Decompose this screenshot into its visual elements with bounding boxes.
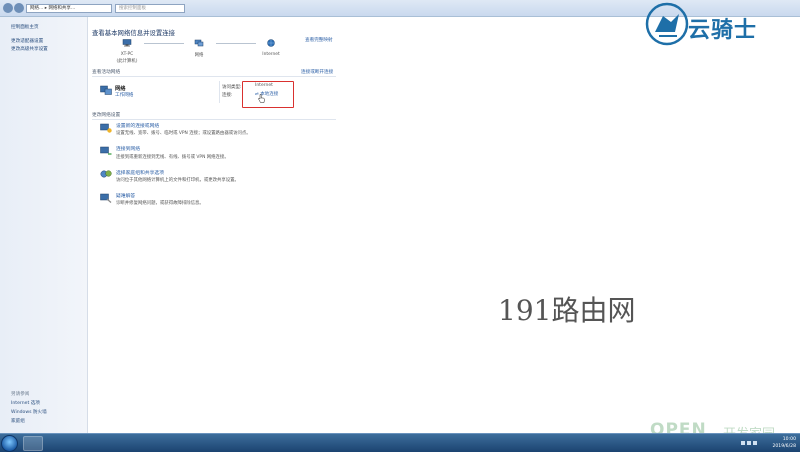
map-link-line [216, 43, 256, 44]
task-troubleshoot-link[interactable]: 疑难解答 [116, 192, 135, 199]
active-networks-heading: 查看活动网络 [92, 70, 121, 75]
node-label-computer: XT-PC [120, 52, 134, 57]
task-connect-network-link[interactable]: 连接到网络 [116, 145, 140, 152]
task-description: 诊断并修复网络问题，或获得故障排除信息。 [116, 201, 204, 206]
task-homegroup-link[interactable]: 选择家庭组和共享选项 [116, 169, 164, 176]
breadcrumb-segment[interactable]: 网络... [30, 6, 43, 11]
main-content: 查看基本网络信息并设置连接 查看完整映射 XT-PC (此计算机) 网络 Int… [88, 17, 800, 433]
taskbar: 10:00 2019/6/28 [0, 433, 800, 452]
connect-network-icon [100, 146, 112, 155]
start-button[interactable] [1, 435, 18, 452]
node-label-internet: Internet [262, 52, 280, 57]
task-new-connection-link[interactable]: 设置新的连接或网络 [116, 122, 159, 129]
clock-date: 2019/6/28 [772, 444, 796, 449]
back-button[interactable] [3, 3, 13, 13]
change-adapter-settings-link[interactable]: 更改适配器设置 [11, 38, 43, 44]
map-link-line [144, 43, 184, 44]
homegroup-icon [100, 170, 112, 178]
breadcrumb[interactable]: 网络... ▸ 网络和共享... [26, 4, 112, 13]
network-icon[interactable] [194, 39, 204, 47]
network-type-link[interactable]: 工作网络 [115, 92, 133, 98]
divider [219, 81, 220, 103]
task-description: 连接到或重新连接到无线、有线、拨号或 VPN 网络连接。 [116, 155, 229, 160]
node-sublabel-computer: (此计算机) [116, 59, 138, 64]
homegroup-link[interactable]: 家庭组 [11, 418, 25, 424]
tray-icons[interactable] [740, 440, 760, 447]
forward-button[interactable] [14, 3, 24, 13]
clock-time: 10:00 [782, 437, 796, 442]
taskbar-item-control-panel[interactable] [23, 436, 43, 451]
task-description: 设置无线、宽带、拨号、临时或 VPN 连接；或设置路由器或访问点。 [116, 131, 251, 136]
windows-firewall-link[interactable]: Windows 防火墙 [11, 409, 47, 415]
task-pane: 控制面板主页 更改适配器设置 更改高级共享设置 另请参阅 Internet 选项… [0, 17, 88, 433]
connect-disconnect-link[interactable]: 连接或断开连接 [301, 69, 333, 75]
network-location-icon [100, 85, 112, 95]
change-advanced-sharing-link[interactable]: 更改高级共享设置 [11, 46, 48, 52]
network-name: 网络 [115, 86, 126, 92]
breadcrumb-segment[interactable]: 网络和共享... [48, 6, 75, 11]
access-type-label: 访问类型: [222, 85, 242, 90]
view-full-map-link[interactable]: 查看完整映射 [305, 37, 333, 43]
computer-icon[interactable] [122, 39, 132, 47]
divider [92, 76, 336, 77]
divider [92, 119, 336, 120]
connections-label: 连接: [222, 93, 233, 98]
logo-text: 云骑士 [688, 18, 758, 43]
watermark-text: 191路由网 [498, 294, 636, 327]
page-title: 查看基本网络信息并设置连接 [92, 29, 176, 37]
see-also-heading: 另请参阅 [11, 392, 30, 397]
troubleshoot-icon [100, 193, 112, 203]
task-description: 访问位于其他网络计算机上的文件和打印机，或更改共享设置。 [116, 178, 239, 183]
control-panel-home-link[interactable]: 控制面板主页 [11, 24, 39, 30]
hand-cursor-icon [258, 94, 265, 103]
change-settings-heading: 更改网络设置 [92, 113, 121, 118]
globe-icon[interactable] [266, 39, 276, 47]
node-label-network: 网络 [194, 53, 204, 58]
clock[interactable]: 10:00 2019/6/28 [772, 436, 796, 450]
new-connection-icon [100, 123, 112, 133]
search-input[interactable]: 搜索控制面板 [115, 4, 185, 13]
internet-options-link[interactable]: Internet 选项 [11, 400, 40, 406]
highlight-box [242, 81, 294, 108]
